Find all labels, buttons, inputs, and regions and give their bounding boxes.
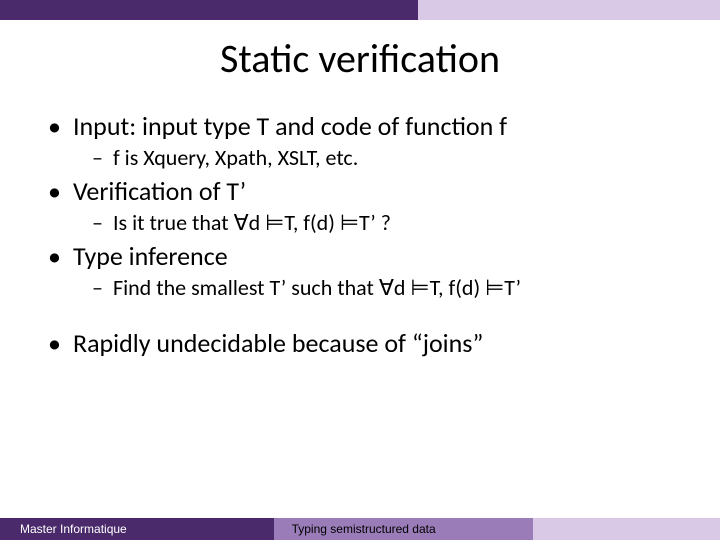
bullet-text: Find the smallest T’ such that ∀d ⊨T, f(…	[113, 274, 521, 301]
bullet-input: Input: input type T and code of function…	[48, 110, 680, 142]
footer-right	[533, 518, 720, 540]
subbullet-istrue: Is it true that ∀d ⊨T, f(d) ⊨T’ ?	[92, 209, 680, 236]
bullet-text: f is Xquery, Xpath, XSLT, etc.	[113, 144, 358, 171]
bullet-typeinference: Type inference	[48, 240, 680, 272]
footer-left: Master Informatique	[0, 518, 274, 540]
subbullet-fis: f is Xquery, Xpath, XSLT, etc.	[92, 144, 680, 171]
bullet-text: Verification of T’	[73, 175, 246, 207]
bullet-text: Is it true that ∀d ⊨T, f(d) ⊨T’ ?	[113, 209, 391, 236]
footer-bar: Master Informatique Typing semistructure…	[0, 518, 720, 540]
footer-mid: Typing semistructured data	[274, 518, 533, 540]
bullet-text: Type inference	[73, 240, 228, 272]
bullet-undecidable: Rapidly undecidable because of “joins”	[48, 327, 680, 359]
topbar-dark	[0, 0, 418, 20]
bullet-text: Rapidly undecidable because of “joins”	[73, 327, 483, 359]
slide-title: Static verification	[0, 34, 720, 83]
slide-content: Input: input type T and code of function…	[48, 110, 680, 361]
spacer	[48, 305, 680, 327]
footer-mid-text: Typing semistructured data	[292, 522, 436, 536]
subbullet-find: Find the smallest T’ such that ∀d ⊨T, f(…	[92, 274, 680, 301]
slide: Static verification Input: input type T …	[0, 0, 720, 540]
topbar-light	[418, 0, 720, 20]
footer-left-text: Master Informatique	[20, 522, 127, 536]
bullet-verification: Verification of T’	[48, 175, 680, 207]
bullet-text: Input: input type T and code of function…	[73, 110, 507, 142]
top-bar	[0, 0, 720, 20]
